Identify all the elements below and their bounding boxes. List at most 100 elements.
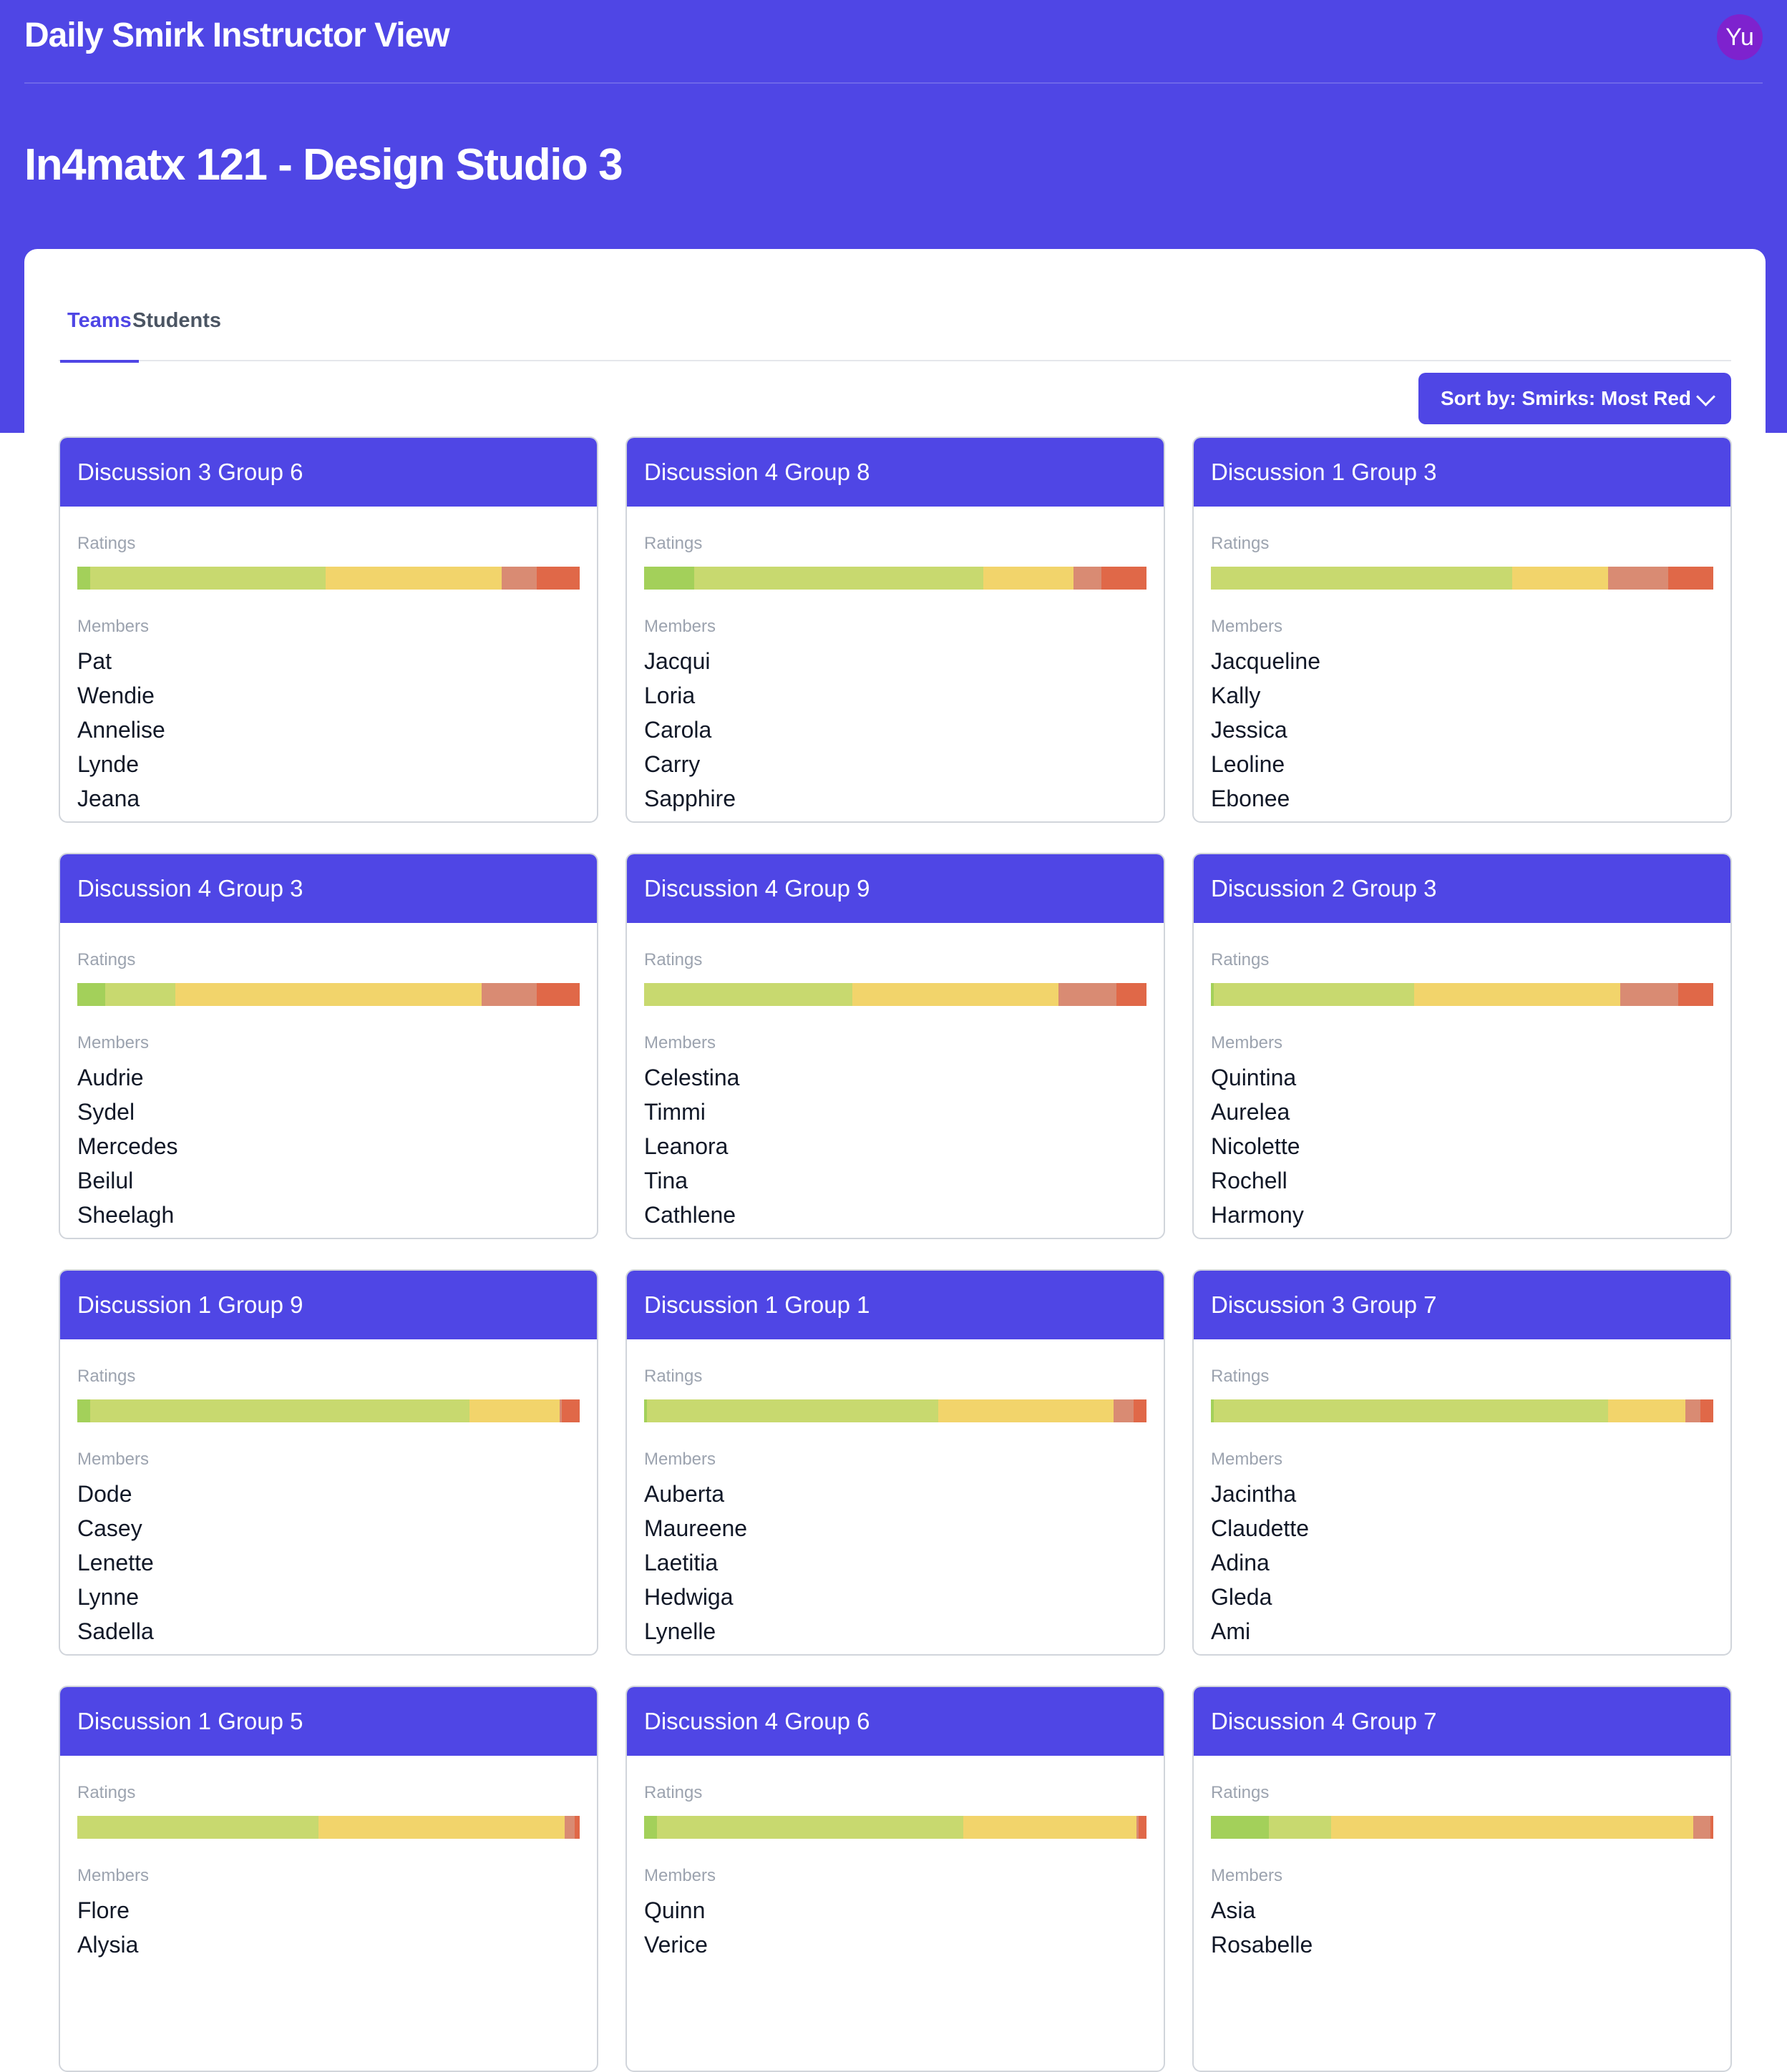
member-name: Sheelagh [77,1202,175,1228]
rating-segment-negative [1073,567,1101,590]
member-name: Tina [644,1168,688,1193]
member-name: Leoline [1211,751,1285,777]
rating-segment-neutral [1607,1399,1686,1422]
rating-segment-positive [89,1399,469,1422]
chevron-down-icon [1696,387,1715,406]
members-label: Members [1211,1866,1283,1885]
members-label: Members [644,1450,716,1469]
rating-segment-positive [644,983,853,1006]
ratings-label: Ratings [1211,534,1270,553]
rating-segment-very-negative [1678,983,1713,1006]
member-name: Rosabelle [1211,1932,1313,1958]
team-card[interactable]: Discussion 4 Group 8 Ratings Members Jacqui… [625,436,1165,823]
rating-segment-very-negative [1101,567,1146,590]
rating-segment-positive [646,1399,938,1422]
team-card-title: Discussion 3 Group 6 [60,438,597,507]
members-list: Asia Rosabelle [1211,1893,1730,1962]
rating-segment-very-negative [1116,983,1146,1006]
member-name: Lynde [77,751,139,777]
rating-segment-positive [89,567,326,590]
rating-segment-very-negative [562,1399,580,1422]
member-name: Jacqueline [1211,648,1320,674]
member-name: Aurelea [1211,1099,1290,1125]
rating-segment-very-negative [1700,1399,1713,1422]
members-list: Audrie Sydel Mercedes Beilul Sheelagh [77,1060,597,1232]
member-name: Audrie [77,1065,144,1090]
member-name: Jessica [1211,717,1287,743]
rating-segment-very-negative [1134,1399,1146,1422]
ratings-bar [77,567,580,590]
ratings-bar [644,983,1146,1006]
ratings-label: Ratings [1211,1367,1270,1386]
members-label: Members [644,1866,716,1885]
team-card[interactable]: Discussion 4 Group 7 Ratings Members Asia Ro… [1192,1686,1732,2072]
ratings-label: Ratings [77,950,136,969]
user-avatar[interactable]: Yu [1717,14,1763,60]
team-card[interactable]: Discussion 3 Group 6 Ratings Members Pat Wen… [59,436,598,823]
member-name: Dode [77,1481,132,1507]
team-card[interactable]: Discussion 1 Group 1 Ratings Members Aubert… [625,1269,1165,1656]
team-card[interactable]: Discussion 1 Group 5 Ratings Members Flore A… [59,1686,598,2072]
team-card[interactable]: Discussion 4 Group 3 Ratings Members Audrie… [59,853,598,1239]
member-name: Ebonee [1211,786,1290,811]
team-card-title: Discussion 1 Group 3 [1194,438,1730,507]
member-name: Asia [1211,1897,1256,1923]
members-list: Flore Alysia [77,1893,597,1962]
member-name: Verice [644,1932,708,1958]
member-name: Alysia [77,1932,139,1958]
members-list: Quintina Aurelea Nicolette Rochell Harmony [1211,1060,1730,1232]
rating-segment-very-positive [1211,1816,1269,1839]
member-name: Lenette [77,1550,154,1575]
team-card[interactable]: Discussion 4 Group 9 Ratings Members Celest… [625,853,1165,1239]
members-label: Members [1211,617,1283,636]
members-label: Members [77,617,150,636]
members-list: Auberta Maureene Laetitia Hedwiga Lynelle [644,1477,1164,1648]
ratings-bar [77,1816,580,1839]
ratings-bar [77,1399,580,1422]
rating-segment-negative [1693,1816,1711,1839]
rating-segment-positive [104,983,175,1006]
team-card[interactable]: Discussion 2 Group 3 Ratings Members Quinti… [1192,853,1732,1239]
team-card[interactable]: Discussion 1 Group 9 Ratings Members Dode Ca… [59,1269,598,1656]
tab-bar: Teams Students [59,249,1731,363]
rating-segment-neutral [938,1399,1114,1422]
rating-segment-neutral [852,983,1059,1006]
member-name: Quintina [1211,1065,1297,1090]
rating-segment-very-positive [644,567,695,590]
member-name: Laetitia [644,1550,719,1575]
team-card[interactable]: Discussion 3 Group 7 Ratings Members Jacint… [1192,1269,1732,1656]
member-name: Loria [644,683,696,708]
member-name: Jacintha [1211,1481,1297,1507]
members-label: Members [77,1450,150,1469]
rating-segment-negative [564,1816,575,1839]
member-name: Mercedes [77,1133,178,1159]
sort-dropdown-button[interactable]: Sort by: Smirks: Most Red [1418,373,1731,424]
members-list: Celestina Timmi Leanora Tina Cathlene [644,1060,1164,1232]
member-name: Quinn [644,1897,706,1923]
rating-segment-very-negative [1710,1816,1713,1839]
rating-segment-negative [482,983,537,1006]
member-name: Carry [644,751,701,777]
members-list: Dode Casey Lenette Lynne Sadella [77,1477,597,1648]
rating-segment-very-positive [77,567,90,590]
tab-students[interactable]: Students [125,309,228,361]
rating-segment-negative [1058,983,1116,1006]
member-name: Ami [1211,1618,1251,1644]
member-name: Sydel [77,1099,135,1125]
rating-segment-very-negative [574,1816,580,1839]
member-name: Celestina [644,1065,740,1090]
team-card-title: Discussion 1 Group 5 [60,1687,597,1756]
ratings-label: Ratings [77,1783,136,1802]
members-label: Members [644,617,716,636]
rating-segment-very-negative [537,983,580,1006]
app-title: Daily Smirk Instructor View [24,16,450,54]
ratings-label: Ratings [644,1367,703,1386]
rating-segment-positive [694,567,983,590]
members-list: Pat Wendie Annelise Lynde Jeana [77,644,597,816]
member-name: Auberta [644,1481,725,1507]
team-card-title: Discussion 3 Group 7 [1194,1271,1730,1339]
member-name: Flore [77,1897,130,1923]
ratings-bar [644,567,1146,590]
team-card[interactable]: Discussion 4 Group 6 Ratings Members Quinn V… [625,1686,1165,2072]
team-card[interactable]: Discussion 1 Group 3 Ratings Members Jacque… [1192,436,1732,823]
